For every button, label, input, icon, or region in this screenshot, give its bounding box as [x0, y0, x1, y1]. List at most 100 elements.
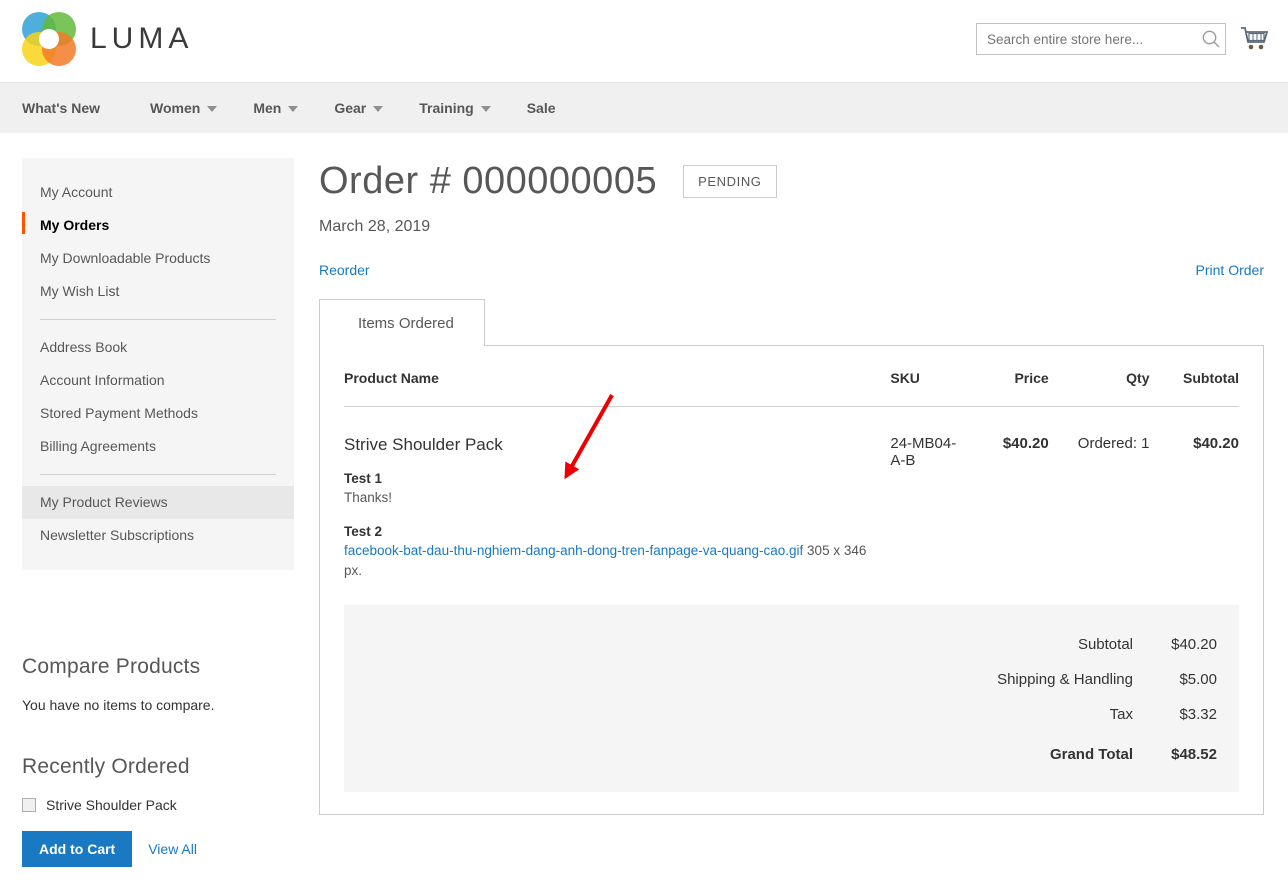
compare-products-block: Compare Products You have no items to co… — [22, 655, 294, 713]
sidebar-item-newsletter-subscriptions[interactable]: Newsletter Subscriptions — [22, 519, 294, 552]
sidebar-item-label: My Product Reviews — [40, 494, 168, 510]
nav-item-training[interactable]: Training — [419, 100, 508, 116]
sidebar-divider — [40, 319, 276, 320]
order-date: March 28, 2019 — [319, 218, 431, 235]
nav-item-whats-new[interactable]: What's New — [22, 100, 118, 116]
search-box[interactable] — [976, 23, 1226, 55]
option-label: Test 2 — [344, 524, 383, 539]
column-header-price: Price — [959, 370, 1049, 407]
order-actions: Reorder Print Order — [319, 262, 1264, 278]
sidebar-item-my-product-reviews[interactable]: My Product Reviews — [22, 486, 294, 519]
recently-ordered-item-label: Strive Shoulder Pack — [46, 797, 177, 813]
sidebar-item-address-book[interactable]: Address Book — [22, 331, 294, 364]
totals-row-tax: Tax $3.32 — [344, 697, 1239, 732]
order-items-panel: Product Name SKU Price Qty Subtotal Stri… — [319, 345, 1264, 815]
view-all-link[interactable]: View All — [148, 841, 197, 857]
order-totals-table: Subtotal $40.20 Shipping & Handling $5.0… — [344, 627, 1239, 772]
cell-price: $40.20 — [1002, 435, 1049, 452]
nav-item-women[interactable]: Women — [150, 100, 235, 116]
sidebar-item-account-information[interactable]: Account Information — [22, 364, 294, 397]
sidebar-item-label: Stored Payment Methods — [40, 405, 198, 421]
status-badge: PENDING — [683, 164, 777, 198]
recently-ordered-checkbox[interactable] — [22, 798, 36, 812]
option-value: facebook-bat-dau-thu-nghiem-dang-anh-don… — [344, 541, 878, 581]
cell-qty: Ordered: 1 — [1077, 435, 1150, 452]
nav-item-men[interactable]: Men — [253, 100, 316, 116]
totals-value: $40.20 — [1171, 636, 1217, 653]
recently-ordered-block: Recently Ordered Strive Shoulder Pack Ad… — [22, 755, 294, 867]
sidebar-item-label: Newsletter Subscriptions — [40, 527, 195, 543]
page-body: My Account My Orders My Downloadable Pro… — [0, 133, 1288, 867]
totals-label: Shipping & Handling — [997, 671, 1133, 688]
add-to-cart-button[interactable]: Add to Cart — [22, 831, 133, 867]
recently-ordered-actions: Add to Cart View All — [22, 831, 294, 867]
product-name: Strive Shoulder Pack — [344, 435, 503, 454]
sidebar-item-label: My Downloadable Products — [40, 250, 211, 266]
tab-label: Items Ordered — [358, 315, 454, 332]
search-input[interactable] — [976, 23, 1226, 55]
sidebar-item-my-orders[interactable]: My Orders — [22, 209, 294, 242]
sidebar-item-label: Account Information — [40, 372, 165, 388]
account-navigation: My Account My Orders My Downloadable Pro… — [22, 158, 294, 570]
sidebar-item-label: My Wish List — [40, 283, 120, 299]
print-order-link[interactable]: Print Order — [1196, 262, 1264, 278]
tab-items-ordered[interactable]: Items Ordered — [319, 299, 485, 346]
nav-label: Sale — [526, 100, 556, 116]
totals-row-shipping: Shipping & Handling $5.00 — [344, 662, 1239, 697]
option-value: Thanks! — [344, 490, 393, 505]
sidebar-item-my-account[interactable]: My Account — [22, 176, 294, 209]
column-header-product-name: Product Name — [344, 370, 879, 407]
sidebar-item-stored-payment-methods[interactable]: Stored Payment Methods — [22, 397, 294, 430]
column-header-subtotal: Subtotal — [1149, 370, 1239, 407]
totals-value: $48.52 — [1171, 746, 1217, 763]
sidebar-item-label: My Orders — [40, 217, 110, 233]
nav-label: Men — [253, 100, 282, 116]
nav-label: Gear — [334, 100, 367, 116]
list-item[interactable]: Strive Shoulder Pack — [22, 797, 294, 813]
table-row: Strive Shoulder Pack Test 1 Thanks! Test… — [344, 407, 1239, 582]
sidebar-item-label: My Account — [40, 184, 113, 200]
compare-products-title: Compare Products — [22, 655, 201, 678]
sidebar: My Account My Orders My Downloadable Pro… — [22, 158, 294, 867]
totals-label: Tax — [1109, 706, 1133, 723]
nav-item-sale[interactable]: Sale — [527, 100, 574, 116]
sidebar-item-my-downloadable-products[interactable]: My Downloadable Products — [22, 242, 294, 275]
product-option: Test 2 facebook-bat-dau-thu-nghiem-dang-… — [344, 524, 878, 581]
main-content: Order # 000000005 PENDING March 28, 2019… — [294, 158, 1288, 867]
page-title: Order # 000000005 — [319, 160, 658, 202]
shopping-cart-icon[interactable] — [1238, 24, 1270, 54]
nav-label: What's New — [22, 100, 101, 116]
nav-item-gear[interactable]: Gear — [334, 100, 401, 116]
column-header-sku: SKU — [878, 370, 960, 407]
product-option: Test 1 Thanks! — [344, 471, 878, 508]
column-header-qty: Qty — [1048, 370, 1150, 407]
option-file-link[interactable]: facebook-bat-dau-thu-nghiem-dang-anh-don… — [344, 543, 803, 558]
nav-label: Women — [150, 100, 201, 116]
order-tabs: Items Ordered — [319, 298, 1264, 346]
sidebar-divider — [40, 474, 276, 475]
luma-flower-logo-icon — [22, 12, 76, 66]
order-title-row: Order # 000000005 PENDING — [319, 158, 1264, 204]
totals-value: $3.32 — [1179, 706, 1217, 723]
site-header: LUMA — [0, 0, 1288, 82]
recently-ordered-title: Recently Ordered — [22, 755, 190, 778]
totals-value: $5.00 — [1179, 671, 1217, 688]
totals-row-subtotal: Subtotal $40.20 — [344, 627, 1239, 662]
option-label: Test 1 — [344, 471, 383, 486]
totals-row-grand-total: Grand Total $48.52 — [344, 732, 1239, 772]
sidebar-item-label: Address Book — [40, 339, 128, 355]
cell-product-name: Strive Shoulder Pack Test 1 Thanks! Test… — [344, 407, 878, 582]
main-navigation: What's New Women Men Gear Training Sale — [0, 82, 1288, 133]
totals-label: Grand Total — [1049, 746, 1133, 763]
cell-sku: 24-MB04-A-B — [890, 435, 957, 469]
search-icon[interactable] — [1200, 28, 1222, 50]
sidebar-item-billing-agreements[interactable]: Billing Agreements — [22, 430, 294, 463]
sidebar-item-my-wish-list[interactable]: My Wish List — [22, 275, 294, 308]
nav-label: Training — [419, 100, 474, 116]
logo[interactable]: LUMA — [22, 12, 193, 66]
chevron-down-icon — [207, 106, 218, 112]
chevron-down-icon — [373, 106, 384, 112]
reorder-link[interactable]: Reorder — [319, 262, 370, 278]
cell-subtotal: $40.20 — [1193, 435, 1239, 452]
sidebar-item-label: Billing Agreements — [40, 438, 156, 454]
